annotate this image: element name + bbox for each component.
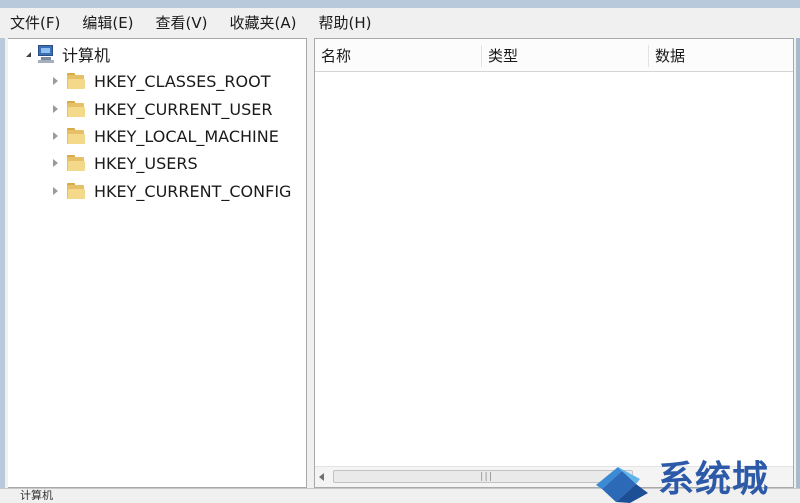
folder-icon bbox=[66, 126, 86, 146]
tree-item-label: HKEY_CURRENT_USER bbox=[94, 99, 273, 119]
expand-arrow-icon[interactable] bbox=[53, 132, 58, 140]
window-frame-left bbox=[0, 38, 5, 500]
registry-tree-pane[interactable]: 计算机 HKEY_CLASSES_ROOT HKEY_CURRENT_USER … bbox=[8, 38, 307, 488]
collapse-arrow-icon[interactable] bbox=[26, 51, 31, 57]
tree-item-label: HKEY_CURRENT_CONFIG bbox=[94, 181, 292, 201]
menu-file[interactable]: 文件(F) bbox=[0, 10, 71, 36]
column-header-name[interactable]: 名称 bbox=[315, 39, 481, 71]
menu-edit[interactable]: 编辑(E) bbox=[71, 10, 144, 36]
tree-item-label: HKEY_CLASSES_ROOT bbox=[94, 71, 271, 91]
expand-arrow-icon[interactable] bbox=[53, 105, 58, 113]
expand-arrow-icon[interactable] bbox=[53, 187, 58, 195]
folder-icon bbox=[66, 153, 86, 173]
tree-item-hkey-classes-root[interactable]: HKEY_CLASSES_ROOT bbox=[53, 69, 270, 93]
window-title-strip bbox=[0, 0, 800, 8]
tree-item-hkey-current-user[interactable]: HKEY_CURRENT_USER bbox=[53, 97, 272, 121]
tree-item-label: HKEY_USERS bbox=[94, 153, 198, 173]
scroll-left-arrow-icon[interactable] bbox=[319, 473, 324, 481]
tree-item-label: 计算机 bbox=[62, 46, 111, 65]
watermark: 系统城 bbox=[592, 453, 800, 503]
registry-values-pane[interactable]: 名称 类型 数据 ||| bbox=[314, 38, 794, 488]
expand-arrow-icon[interactable] bbox=[53, 159, 58, 167]
column-header-data[interactable]: 数据 bbox=[649, 39, 793, 71]
window-frame-right bbox=[796, 38, 800, 500]
expand-arrow-icon[interactable] bbox=[53, 77, 58, 85]
folder-icon bbox=[66, 181, 86, 201]
windows-logo-icon bbox=[596, 467, 648, 503]
menu-view[interactable]: 查看(V) bbox=[145, 10, 219, 36]
tree-item-label: HKEY_LOCAL_MACHINE bbox=[94, 126, 279, 146]
menu-bar: 文件(F) 编辑(E) 查看(V) 收藏夹(A) 帮助(H) bbox=[0, 8, 800, 38]
folder-icon bbox=[66, 71, 86, 91]
column-header-type[interactable]: 类型 bbox=[482, 39, 648, 71]
list-header: 名称 类型 数据 bbox=[315, 39, 793, 72]
watermark-text: 系统城 bbox=[658, 458, 770, 500]
tree-item-hkey-users[interactable]: HKEY_USERS bbox=[53, 151, 198, 175]
menu-help[interactable]: 帮助(H) bbox=[307, 10, 382, 36]
tree-item-computer[interactable]: 计算机 bbox=[26, 42, 110, 66]
tree-item-hkey-local-machine[interactable]: HKEY_LOCAL_MACHINE bbox=[53, 124, 279, 148]
scrollbar-thumb[interactable]: ||| bbox=[333, 470, 633, 483]
menu-favorites[interactable]: 收藏夹(A) bbox=[219, 10, 308, 36]
tree-item-hkey-current-config[interactable]: HKEY_CURRENT_CONFIG bbox=[53, 179, 291, 203]
pane-splitter[interactable] bbox=[307, 38, 314, 488]
folder-icon bbox=[66, 99, 86, 119]
grip-icon: ||| bbox=[479, 472, 493, 482]
computer-icon bbox=[36, 45, 56, 63]
status-text: 计算机 bbox=[20, 489, 53, 500]
